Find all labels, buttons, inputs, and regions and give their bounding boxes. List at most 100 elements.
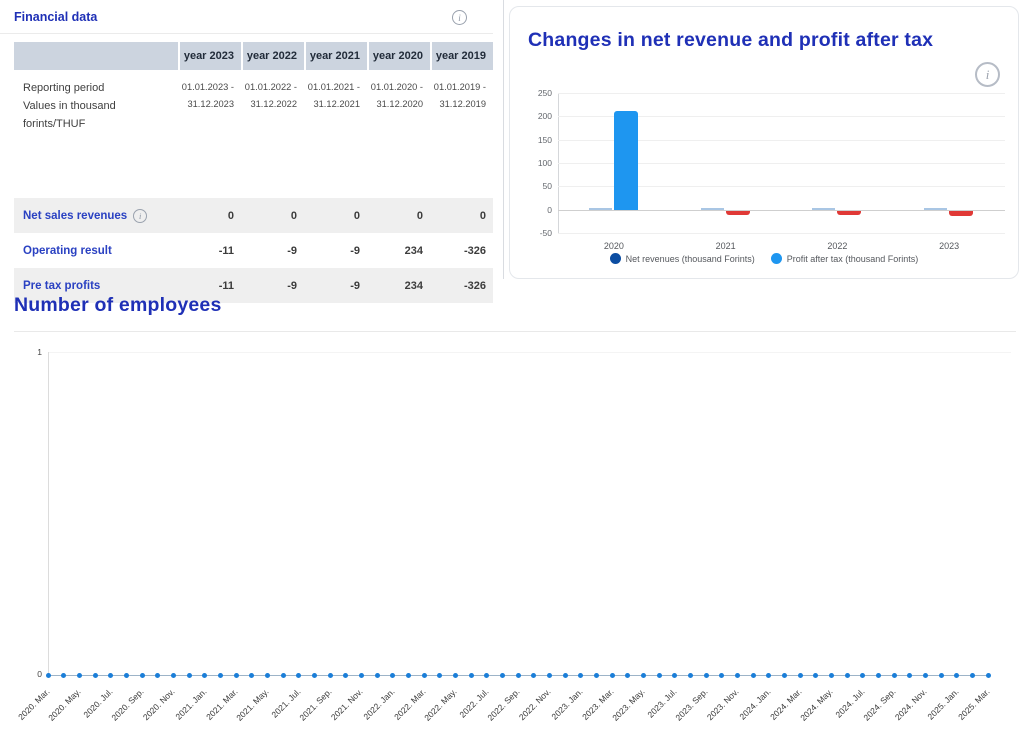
y-tick-label: 1 [22,347,42,357]
info-icon[interactable]: i [452,10,467,25]
year-column-header: year 2019 [430,42,493,70]
employees-chart-title: Number of employees [14,294,222,317]
bar-net-revenues-2023 [924,208,947,210]
data-point-dot [610,673,615,678]
grid-line [558,93,1005,94]
table-cell: 0 [241,210,304,222]
x-tick-label: 2021 [696,241,756,251]
revenue-profit-chart: 250200150100500-502020202120222023 [558,93,1005,233]
bar-net-revenues-2022 [812,208,835,210]
data-point-dot [343,673,348,678]
data-point-dot [719,673,724,678]
data-point-dot [312,673,317,678]
data-point-dot [641,673,646,678]
bar-profit-after-tax-2022 [837,211,861,215]
legend-dot-icon [771,253,782,264]
data-point-dot [108,673,113,678]
y-tick-label: -50 [514,228,552,238]
x-tick-label: 2022 [807,241,867,251]
table-cell: 234 [367,280,430,292]
data-point-dot [860,673,865,678]
table-cell: 0 [304,210,367,222]
data-point-dot [563,673,568,678]
data-point-dot [876,673,881,678]
data-point-dot [469,673,474,678]
table-cell: 234 [367,245,430,257]
data-point-dot [594,673,599,678]
table-cell: 0 [430,210,493,222]
y-tick-label: 0 [22,669,42,679]
data-point-dot [140,673,145,678]
data-point-dot [171,673,176,678]
employees-section-divider [14,331,1016,332]
legend-item-profit-after-tax: Profit after tax (thousand Forints) [771,253,919,264]
reporting-period-value: 01.01.2021 - 31.12.2021 [304,79,367,133]
legend-item-net-revenues: Net revenues (thousand Forints) [610,253,755,264]
reporting-period-value: 01.01.2020 - 31.12.2020 [367,79,430,133]
data-point-dot [453,673,458,678]
data-point-dot [93,673,98,678]
data-point-dot [516,673,521,678]
row-label: Operating result [23,245,112,257]
data-point-dot [954,673,959,678]
year-column-header: year 2020 [367,42,430,70]
reporting-period-row: Reporting period Values in thousand fori… [14,70,493,143]
data-point-dot [845,673,850,678]
data-point-dot [296,673,301,678]
data-point-dot [547,673,552,678]
y-tick-label: 200 [514,111,552,121]
reporting-period-value: 01.01.2023 - 31.12.2023 [178,79,241,133]
data-point-dot [625,673,630,678]
y-tick-label: 250 [514,88,552,98]
y-tick-label: 0 [514,205,552,215]
data-point-dot [813,673,818,678]
data-point-dot [77,673,82,678]
financial-data-title: Financial data [14,10,97,24]
data-point-dot [46,673,51,678]
data-point-dot [406,673,411,678]
table-cell: -9 [304,245,367,257]
data-point-dot [155,673,160,678]
table-cell: -11 [178,280,241,292]
data-point-dot [218,673,223,678]
data-point-dot [265,673,270,678]
year-column-header: year 2021 [304,42,367,70]
info-icon[interactable]: i [975,62,1000,87]
grid-line [558,233,1005,234]
data-point-dot [531,673,536,678]
data-point-dot [970,673,975,678]
table-cell: -9 [241,280,304,292]
data-point-dot [390,673,395,678]
data-point-dot [688,673,693,678]
data-point-dot [437,673,442,678]
data-point-dot [124,673,129,678]
table-cell: 0 [178,210,241,222]
x-tick-label: 2020 [584,241,644,251]
data-point-dot [766,673,771,678]
reporting-period-value: 01.01.2019 - 31.12.2019 [430,79,493,133]
data-point-dot [500,673,505,678]
data-point-dot [375,673,380,678]
chart-title: Changes in net revenue and profit after … [528,29,1006,52]
chart-legend: Net revenues (thousand Forints) Profit a… [510,253,1018,264]
data-point-dot [892,673,897,678]
bar-profit-after-tax-2023 [949,211,973,216]
data-point-dot [281,673,286,678]
data-point-dot [939,673,944,678]
data-point-dot [484,673,489,678]
table-cell: -326 [430,245,493,257]
table-spacer [14,143,493,198]
data-point-dot [704,673,709,678]
data-point-dot [234,673,239,678]
legend-dot-icon [610,253,621,264]
bar-profit-after-tax-2021 [726,211,750,215]
legend-label: Profit after tax (thousand Forints) [787,254,919,264]
data-point-dot [328,673,333,678]
year-column-header: year 2022 [241,42,304,70]
data-point-dot [422,673,427,678]
reporting-period-value: 01.01.2022 - 31.12.2022 [241,79,304,133]
info-icon[interactable]: i [133,209,147,223]
section-divider [503,0,504,279]
bar-net-revenues-2021 [701,208,724,210]
table-row-net-sales-revenues: Net sales revenues i 0 0 0 0 0 [14,198,493,233]
